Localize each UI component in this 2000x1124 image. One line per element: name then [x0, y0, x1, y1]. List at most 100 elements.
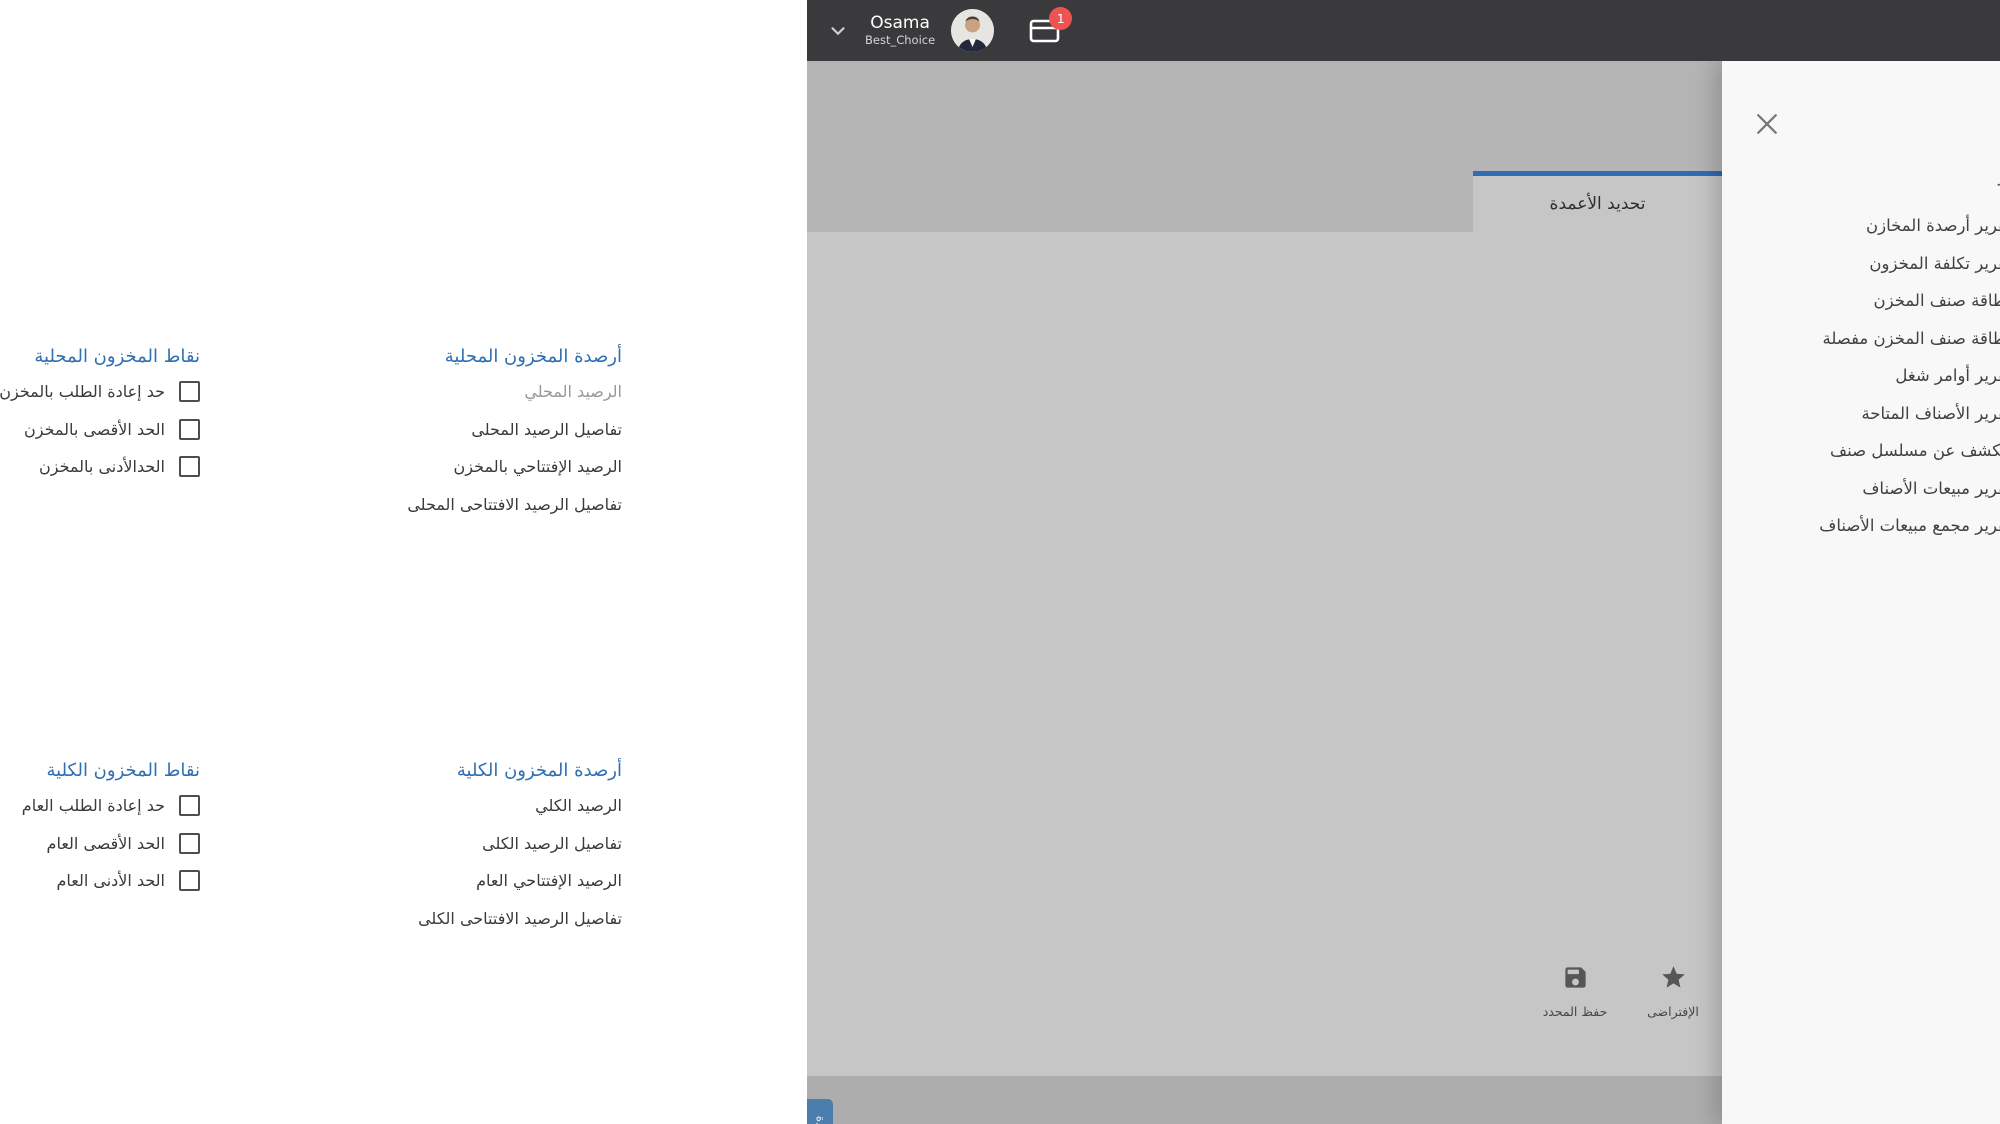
- topbar: Osama Best_Choice 1 e edara: [0, 0, 2000, 61]
- menu-item-goods-transfer[interactable]: تحويل بضاعة: [1403, 489, 1573, 527]
- default-button[interactable]: الإفتراضى: [820, 964, 912, 1019]
- bookmark-icon[interactable]: [1888, 290, 1908, 312]
- menu-item-item-card-detailed-report[interactable]: بطاقة صنف المخزن مفصلة: [1012, 320, 1237, 358]
- bookmark-icon[interactable]: [1217, 515, 1237, 537]
- menu-item-opening-unit-cost[interactable]: تكلفة الوحدة الإفتتاحية: [1722, 464, 1908, 502]
- chevron-up-icon[interactable]: [1952, 285, 1976, 309]
- store-icon[interactable]: [1950, 349, 1978, 377]
- bookmark-icon[interactable]: [1888, 252, 1908, 274]
- menu-item-goods-issue[interactable]: صرف بضاعة: [1403, 414, 1573, 452]
- trending-up-icon[interactable]: [1950, 484, 1978, 512]
- home-icon[interactable]: [1950, 151, 1978, 179]
- bookmark-icon[interactable]: [1553, 534, 1573, 556]
- menu-item-reorder-limit[interactable]: حد إعادة الطلب: [1722, 614, 1908, 652]
- bookmark-icon[interactable]: [1888, 509, 1908, 531]
- save-selected-button[interactable]: حفظ المحدد: [722, 964, 814, 1019]
- menu-item-opening-balance[interactable]: رصيد إفتتاحي: [1403, 623, 1573, 661]
- column-header: أوامر الشغل: [1403, 152, 1573, 198]
- shopping-cart-icon[interactable]: [1950, 545, 1978, 573]
- menu-item-units[interactable]: وحدات القياس: [1722, 320, 1908, 358]
- bookmark-icon[interactable]: [1553, 421, 1573, 443]
- bookmark-icon[interactable]: [1888, 622, 1908, 644]
- bookmark-icon[interactable]: [1217, 252, 1237, 274]
- bookmark-icon[interactable]: [1888, 434, 1908, 456]
- menu-item-transfer-request[interactable]: طلب تحويل بضاعة: [1403, 526, 1573, 564]
- menu-item-goods-receipt[interactable]: وارد بضاعة: [1403, 242, 1573, 280]
- cloud-icon[interactable]: [1950, 816, 1978, 844]
- close-icon[interactable]: [945, 109, 975, 139]
- tab-select-columns[interactable]: تحديد الأعمدة: [666, 171, 915, 232]
- sidebar-divider: [1929, 729, 1999, 730]
- menu-item-bulk-edit[interactable]: تعديل مجمع للأصناف: [1722, 427, 1908, 465]
- bookmark-icon[interactable]: [1553, 631, 1573, 653]
- users-icon[interactable]: [1950, 751, 1978, 779]
- section-header-approvals: التصديقات: [1722, 670, 1908, 708]
- menu-item-inventory-cost-report[interactable]: تقرير تكلفة المخزون: [1012, 245, 1237, 283]
- bookmark-icon[interactable]: [1217, 365, 1237, 387]
- chevron-down-icon[interactable]: [1952, 682, 1976, 706]
- sidebar-divider: [1929, 663, 1999, 664]
- svg-text:e: e: [1792, 19, 1806, 43]
- menu-item-stocktaking[interactable]: الجرد المخزني جديد: [1722, 502, 1908, 540]
- notification-count-badge: 1: [242, 7, 265, 30]
- column-header: تقارير: [1012, 152, 1237, 198]
- edara-app: تحديد الأعمدة نقاط المخزون المحلية حد إع…: [0, 0, 2000, 1124]
- bookmark-icon[interactable]: [1553, 287, 1573, 309]
- menu-item-item-classifications[interactable]: تصنيفات الأصناف: [1722, 539, 1908, 577]
- menu-item-warehouse-balances-report[interactable]: تقرير أرصدة المخازن: [1012, 207, 1237, 245]
- bookmark-icon[interactable]: [1888, 729, 1908, 751]
- columns-actions: حفظ المحدد الإفتراضى: [722, 964, 912, 1019]
- menu-item-item-sales-summary-report[interactable]: تقرير مجمع مبيعات الأصناف: [1012, 507, 1237, 545]
- hamburger-menu-icon[interactable]: [1946, 16, 1982, 45]
- bookmark-icon[interactable]: [1888, 215, 1908, 237]
- menu-item-work-orders-report[interactable]: تقرير أوامر شغل: [1012, 357, 1237, 395]
- bookmark-icon[interactable]: [1888, 584, 1908, 606]
- user-name: Osama: [58, 14, 128, 34]
- columns-settings-card: [0, 232, 915, 1076]
- menu-item-approvals[interactable]: تصديقات: [1722, 721, 1908, 759]
- help-tab[interactable]: مساعدة: [0, 1099, 26, 1124]
- menu-item-item-card-report[interactable]: بطاقة صنف المخزن: [1012, 282, 1237, 320]
- menu-item-items-map[interactable]: خريطة الأصناف: [1722, 282, 1908, 320]
- new-badge: جديد: [1723, 511, 1762, 530]
- menu-item-items[interactable]: الأصناف: [1722, 207, 1908, 245]
- avatar[interactable]: [144, 9, 187, 52]
- panel-title: المخازن: [1808, 98, 1908, 144]
- bookmark-icon[interactable]: [1217, 477, 1237, 499]
- bookmark-icon[interactable]: [1888, 547, 1908, 569]
- menu-item-receive-transfer[interactable]: استلام تحويل بضاعة: [1403, 317, 1573, 355]
- topbar-brand-cluster: e edara: [1773, 0, 1982, 61]
- subsection-header-receive: إستلام: [1403, 204, 1573, 242]
- dollar-icon[interactable]: [1950, 418, 1978, 446]
- column-header: بيانات أساسية: [1722, 152, 1908, 198]
- bookmark-icon[interactable]: [1217, 327, 1237, 349]
- bookmark-icon[interactable]: [1553, 249, 1573, 271]
- menu-column-basic-data: بيانات أساسية الأصناف المخازن خريطة الأص…: [1722, 152, 1908, 759]
- dimmed-background-page: تحديد الأعمدة نقاط المخزون المحلية حد إع…: [0, 61, 915, 1124]
- user-identity[interactable]: Osama Best_Choice: [58, 14, 128, 47]
- bookmark-icon[interactable]: [1888, 472, 1908, 494]
- bookmark-icon[interactable]: [1217, 402, 1237, 424]
- menu-item-sales-returns[interactable]: مردودات مبيعات: [1403, 279, 1573, 317]
- gear-icon[interactable]: [1950, 881, 1978, 909]
- bookmark-icon[interactable]: [1553, 324, 1573, 346]
- bookmark-icon[interactable]: [1553, 459, 1573, 481]
- menu-item-serial-lookup-report[interactable]: الكشف عن مسلسل صنف: [1012, 432, 1237, 470]
- bookmark-icon[interactable]: [1950, 216, 1978, 244]
- building-icon[interactable]: [1950, 614, 1978, 642]
- sidebar-divider: [1929, 262, 1999, 263]
- user-menu-chevron-icon[interactable]: [20, 20, 42, 42]
- menu-item-item-sales-report[interactable]: تقرير مبيعات الأصناف: [1012, 470, 1237, 508]
- menu-item-purchase-returns[interactable]: مردودات مشتريات: [1403, 451, 1573, 489]
- menu-column-reports: تقارير تقرير أرصدة المخازن تقرير تكلفة ا…: [1012, 152, 1237, 545]
- bookmark-icon[interactable]: [1217, 290, 1237, 312]
- bookmark-icon[interactable]: [1217, 440, 1237, 462]
- warehouses-menu-panel: المخازن بيانات أساسية الأصناف المخازن خر…: [915, 61, 1929, 1124]
- bookmark-icon[interactable]: [1553, 496, 1573, 518]
- bookmark-icon[interactable]: [1217, 215, 1237, 237]
- menu-item-warehouses[interactable]: المخازن: [1722, 245, 1908, 283]
- menu-item-activate-items[interactable]: تنشيط الأصناف: [1722, 577, 1908, 615]
- menu-item-available-items-report[interactable]: تقرير الأصناف المتاحة: [1012, 395, 1237, 433]
- notifications-icon[interactable]: 1: [221, 16, 255, 46]
- bookmark-icon[interactable]: [1888, 327, 1908, 349]
